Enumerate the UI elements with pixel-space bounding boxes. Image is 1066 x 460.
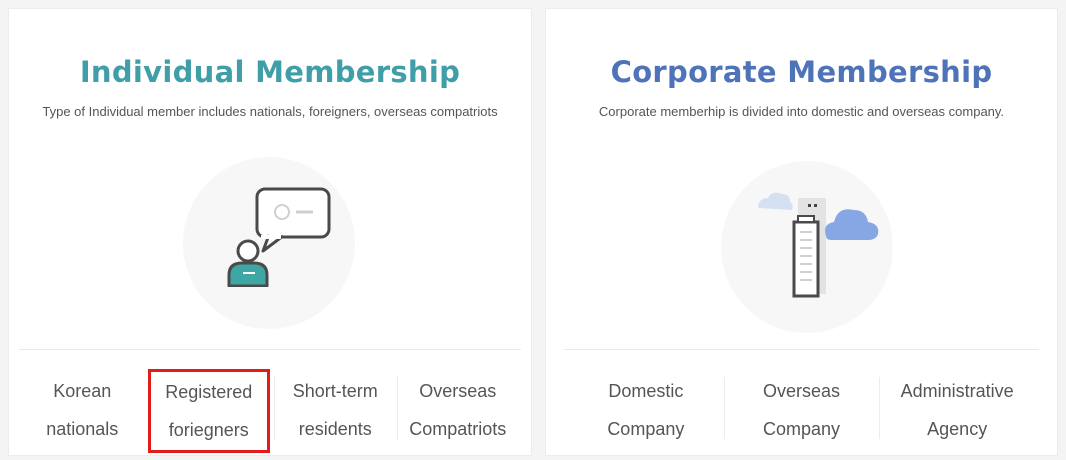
individual-title: Individual Membership — [79, 55, 461, 89]
option-short-term-residents[interactable]: Short-term residents — [274, 367, 397, 453]
individual-divider — [19, 349, 521, 350]
individual-membership-card: Individual Membership Type of Individual… — [8, 8, 532, 456]
corporate-description: Corporate memberhip is divided into dome… — [598, 104, 1005, 119]
option-korean-nationals[interactable]: Korean nationals — [21, 367, 144, 453]
option-overseas-compatriots[interactable]: Overseas Compatriots — [396, 367, 520, 453]
corporate-title: Corporate Membership — [610, 55, 993, 89]
option-domestic-company[interactable]: Domestic Company — [568, 367, 724, 453]
individual-description: Type of Individual member includes natio… — [42, 104, 498, 119]
option-registered-foreigners[interactable]: Registered foriegners — [147, 369, 270, 453]
option-overseas-company[interactable]: Overseas Company — [723, 367, 880, 453]
individual-options: Korean nationals Registered foriegners S… — [21, 367, 519, 453]
corporate-membership-card: Corporate Membership Corporate memberhip… — [545, 8, 1058, 456]
person-speech-bubble-icon — [227, 187, 331, 287]
corporate-divider — [564, 349, 1039, 350]
option-administrative-agency[interactable]: Administrative Agency — [879, 367, 1035, 453]
building-cloud-icon — [758, 192, 879, 298]
corporate-options: Domestic Company Overseas Company Admini… — [568, 367, 1035, 453]
